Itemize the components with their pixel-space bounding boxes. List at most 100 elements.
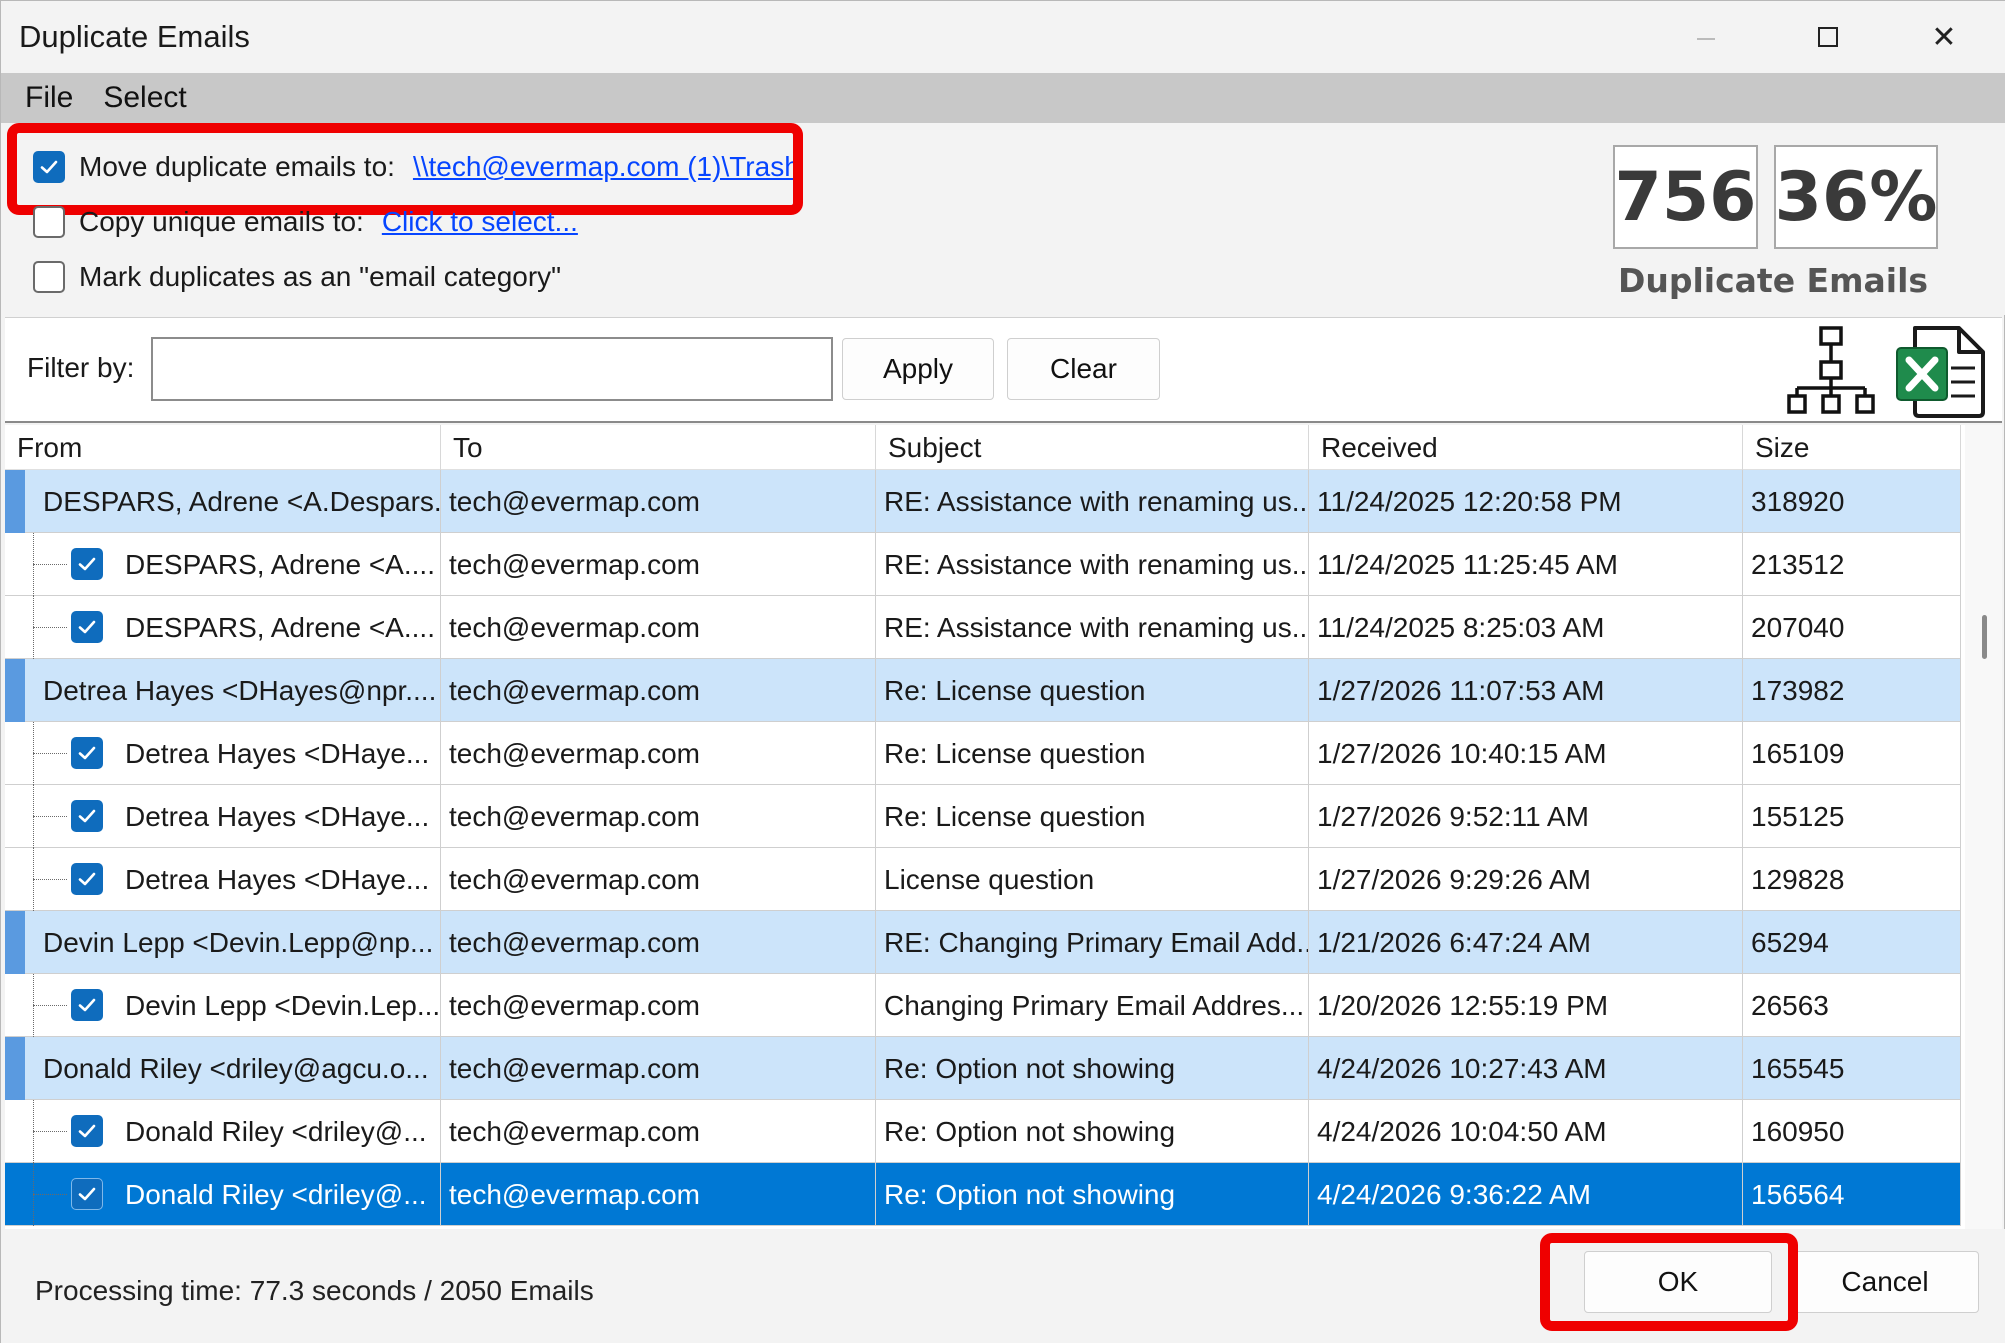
ok-button[interactable]: OK	[1584, 1251, 1772, 1313]
cell-subject: Re: License question	[876, 785, 1309, 848]
mark-category-option: Mark duplicates as an "email category"	[33, 261, 561, 293]
duplicate-count-box: 756	[1613, 145, 1758, 249]
filter-bar: Filter by: Apply Clear	[5, 317, 2002, 423]
move-destination-link[interactable]: \\tech@evermap.com (1)\Trash	[413, 151, 800, 183]
close-icon: ✕	[1931, 19, 1957, 55]
cell-to: tech@evermap.com	[441, 1163, 876, 1226]
table-row[interactable]: Detrea Hayes <DHaye... tech@evermap.com Li…	[5, 848, 1961, 911]
cell-size: 155125	[1743, 785, 1961, 848]
maximize-icon	[1818, 27, 1838, 47]
cell-received: 4/24/2026 9:36:22 AM	[1309, 1163, 1743, 1226]
group-row[interactable]: Donald Riley <driley@agcu.o... tech@everm…	[5, 1037, 1961, 1100]
close-button[interactable]: ✕	[1886, 1, 2002, 73]
excel-export-icon[interactable]	[1895, 324, 1987, 418]
cell-received: 4/24/2026 10:04:50 AM	[1309, 1100, 1743, 1163]
copy-unique-label: Copy unique emails to:	[79, 206, 364, 237]
cell-received: 11/24/2025 12:20:58 PM	[1309, 470, 1743, 533]
menu-select[interactable]: Select	[103, 81, 186, 115]
cell-subject: Re: Option not showing	[876, 1037, 1309, 1100]
cell-size: 207040	[1743, 596, 1961, 659]
column-header-size[interactable]: Size	[1743, 425, 1961, 470]
cell-received: 1/27/2026 9:29:26 AM	[1309, 848, 1743, 911]
cell-subject: License question	[876, 848, 1309, 911]
cell-size: 65294	[1743, 911, 1961, 974]
cell-size: 318920	[1743, 470, 1961, 533]
cell-size: 156564	[1743, 1163, 1961, 1226]
cell-from: DESPARS, Adrene <A....	[5, 596, 441, 659]
cell-to: tech@evermap.com	[441, 470, 876, 533]
cell-from: DESPARS, Adrene <A.Despars...	[5, 470, 441, 533]
cell-from: Detrea Hayes <DHaye...	[5, 848, 441, 911]
cell-received: 1/21/2026 6:47:24 AM	[1309, 911, 1743, 974]
cell-from: Devin Lepp <Devin.Lepp@np...	[5, 911, 441, 974]
cell-from: Detrea Hayes <DHaye...	[5, 785, 441, 848]
copy-unique-option: Copy unique emails to: Click to select..…	[33, 206, 578, 238]
minimize-button[interactable]	[1648, 1, 1764, 73]
cell-received: 11/24/2025 8:25:03 AM	[1309, 596, 1743, 659]
table-row[interactable]: Detrea Hayes <DHaye... tech@evermap.com Re…	[5, 785, 1961, 848]
cell-size: 160950	[1743, 1100, 1961, 1163]
cell-from: Donald Riley <driley@...	[5, 1163, 441, 1226]
cell-received: 11/24/2025 11:25:45 AM	[1309, 533, 1743, 596]
apply-button[interactable]: Apply	[842, 338, 994, 400]
duplicate-percent-box: 36%	[1774, 145, 1938, 249]
cell-to: tech@evermap.com	[441, 1037, 876, 1100]
cell-size: 165109	[1743, 722, 1961, 785]
cell-to: tech@evermap.com	[441, 533, 876, 596]
table-row[interactable]: DESPARS, Adrene <A.... tech@evermap.com RE…	[5, 596, 1961, 659]
cell-received: 1/20/2026 12:55:19 PM	[1309, 974, 1743, 1037]
table-header: From To Subject Received Size	[5, 425, 1961, 470]
cell-size: 26563	[1743, 974, 1961, 1037]
duplicate-emails-window: Duplicate Emails ✕ File Select Move dupl…	[0, 0, 2005, 1343]
copy-unique-checkbox[interactable]	[33, 206, 65, 238]
copy-destination-link[interactable]: Click to select...	[382, 206, 578, 238]
options-panel: Move duplicate emails to: \\tech@evermap…	[1, 123, 2005, 315]
window-title: Duplicate Emails	[19, 19, 250, 54]
maximize-button[interactable]	[1770, 1, 1886, 73]
table-row[interactable]: Detrea Hayes <DHaye... tech@evermap.com Re…	[5, 722, 1961, 785]
group-row[interactable]: DESPARS, Adrene <A.Despars... tech@everma…	[5, 470, 1961, 533]
cell-to: tech@evermap.com	[441, 659, 876, 722]
tree-hierarchy-icon[interactable]	[1787, 326, 1875, 416]
table-row[interactable]: Donald Riley <driley@... tech@evermap.com…	[5, 1100, 1961, 1163]
table-row[interactable]: Donald Riley <driley@... tech@evermap.com…	[5, 1163, 1961, 1226]
column-header-received[interactable]: Received	[1309, 425, 1743, 470]
cell-from: DESPARS, Adrene <A....	[5, 533, 441, 596]
column-header-from[interactable]: From	[5, 425, 441, 470]
cell-subject: Re: License question	[876, 722, 1309, 785]
cell-subject: Re: Option not showing	[876, 1100, 1309, 1163]
cell-to: tech@evermap.com	[441, 1100, 876, 1163]
menu-bar: File Select	[1, 73, 2005, 123]
title-bar: Duplicate Emails ✕	[1, 1, 2005, 73]
cell-subject: RE: Changing Primary Email Add...	[876, 911, 1309, 974]
menu-file[interactable]: File	[25, 81, 73, 115]
duplicate-stats-caption: Duplicate Emails	[1617, 261, 1929, 300]
cell-from: Donald Riley <driley@agcu.o...	[5, 1037, 441, 1100]
minimize-icon	[1697, 38, 1715, 40]
cell-to: tech@evermap.com	[441, 911, 876, 974]
move-duplicates-checkbox[interactable]	[33, 151, 65, 183]
cell-received: 1/27/2026 10:40:15 AM	[1309, 722, 1743, 785]
cell-received: 1/27/2026 11:07:53 AM	[1309, 659, 1743, 722]
cell-subject: Re: License question	[876, 659, 1309, 722]
column-header-subject[interactable]: Subject	[876, 425, 1309, 470]
table-row[interactable]: DESPARS, Adrene <A.... tech@evermap.com RE…	[5, 533, 1961, 596]
mark-category-checkbox[interactable]	[33, 261, 65, 293]
cell-to: tech@evermap.com	[441, 785, 876, 848]
cell-to: tech@evermap.com	[441, 722, 876, 785]
cell-subject: Re: Option not showing	[876, 1163, 1309, 1226]
cell-to: tech@evermap.com	[441, 974, 876, 1037]
clear-button[interactable]: Clear	[1007, 338, 1160, 400]
group-row[interactable]: Devin Lepp <Devin.Lepp@np... tech@evermap…	[5, 911, 1961, 974]
cell-size: 173982	[1743, 659, 1961, 722]
scrollbar-thumb[interactable]	[1982, 615, 1987, 659]
vertical-scrollbar[interactable]	[1965, 425, 2002, 1229]
column-header-to[interactable]: To	[441, 425, 876, 470]
footer: Processing time: 77.3 seconds / 2050 Ema…	[1, 1229, 2005, 1343]
cancel-button[interactable]: Cancel	[1791, 1251, 1979, 1313]
cell-size: 129828	[1743, 848, 1961, 911]
cell-to: tech@evermap.com	[441, 596, 876, 659]
group-row[interactable]: Detrea Hayes <DHayes@npr.... tech@evermap…	[5, 659, 1961, 722]
table-row[interactable]: Devin Lepp <Devin.Lep... tech@evermap.com…	[5, 974, 1961, 1037]
filter-input[interactable]	[151, 337, 833, 401]
